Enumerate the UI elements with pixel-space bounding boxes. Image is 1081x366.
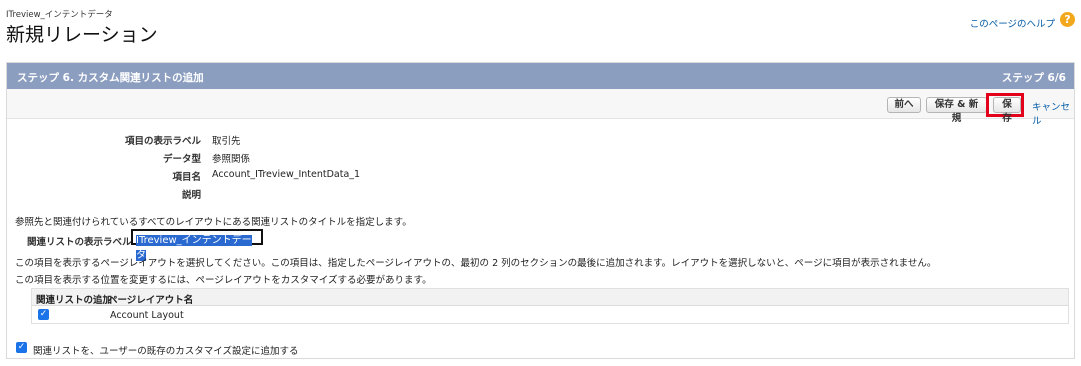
related-list-label: 関連リストの表示ラベル <box>27 237 132 248</box>
field-row-label: 項目の表示ラベル 取引先 <box>7 133 267 147</box>
save-and-new-button[interactable]: 保存 & 新規 <box>926 97 987 124</box>
object-label: ITreview_インテントデータ <box>6 10 113 20</box>
question-icon[interactable]: ? <box>1060 12 1075 27</box>
layout-instruction: この項目を表示するページレイアウトを選択してください。この項目は、指定したページ… <box>15 258 937 269</box>
table-header: 関連リストの追加 ページレイアウト名 <box>32 289 1068 306</box>
step-count: ステップ 6/6 <box>1001 72 1066 84</box>
field-row-name: 項目名 Account_ITreview_IntentData_1 <box>7 169 360 183</box>
layout-name: Account Layout <box>110 310 184 321</box>
related-list-input[interactable]: ITreview_インテントデータ <box>131 229 263 261</box>
field-value: 参照関係 <box>212 154 251 165</box>
field-value: 取引先 <box>212 136 241 147</box>
page-header: ITreview_インテントデータ 新規リレーション このページのヘルプ ? <box>0 0 1081 56</box>
save-button[interactable]: 保存 <box>993 97 1021 124</box>
column-header-add: 関連リストの追加 <box>36 295 113 306</box>
page-title: 新規リレーション <box>6 24 158 46</box>
column-header-layout: ページレイアウト名 <box>108 295 194 306</box>
field-row-description: 説明 <box>7 187 267 201</box>
field-label: 項目の表示ラベル <box>124 136 201 147</box>
step-title: ステップ 6. カスタム関連リストの追加 <box>17 72 204 84</box>
step-bar: ステップ 6. カスタム関連リストの追加 ステップ 6/6 <box>7 63 1074 89</box>
help-link[interactable]: このページのヘルプ <box>970 16 1055 30</box>
field-label: 説明 <box>181 190 201 201</box>
layout-table: 関連リストの追加 ページレイアウト名 ✓ Account Layout <box>31 288 1069 324</box>
field-label: データ型 <box>162 154 201 165</box>
related-list-instruction: 参照先と関連付けられているすべてのレイアウトにある関連リストのタイトルを指定しま… <box>15 217 412 228</box>
previous-button[interactable]: 前へ <box>887 97 921 113</box>
field-value: Account_ITreview_IntentData_1 <box>212 169 361 180</box>
table-row: ✓ Account Layout <box>32 306 1068 324</box>
add-layout-checkbox[interactable]: ✓ <box>38 309 49 320</box>
layout-instruction-2: この項目を表示する位置を変更するには、ページレイアウトをカスタマイズする必要があ… <box>15 275 432 286</box>
cancel-link[interactable]: キャンセル <box>1032 99 1074 127</box>
append-customization-checkbox[interactable]: ✓ <box>16 342 27 353</box>
button-row: 前へ 保存 & 新規 保存 キャンセル <box>7 89 1074 127</box>
append-customization-label: 関連リストを、ユーザーの既存のカスタマイズ設定に追加する <box>33 346 299 357</box>
wizard-panel: ステップ 6. カスタム関連リストの追加 ステップ 6/6 前へ 保存 & 新規… <box>6 62 1075 359</box>
field-label: 項目名 <box>172 172 201 183</box>
field-row-datatype: データ型 参照関係 <box>7 151 267 165</box>
